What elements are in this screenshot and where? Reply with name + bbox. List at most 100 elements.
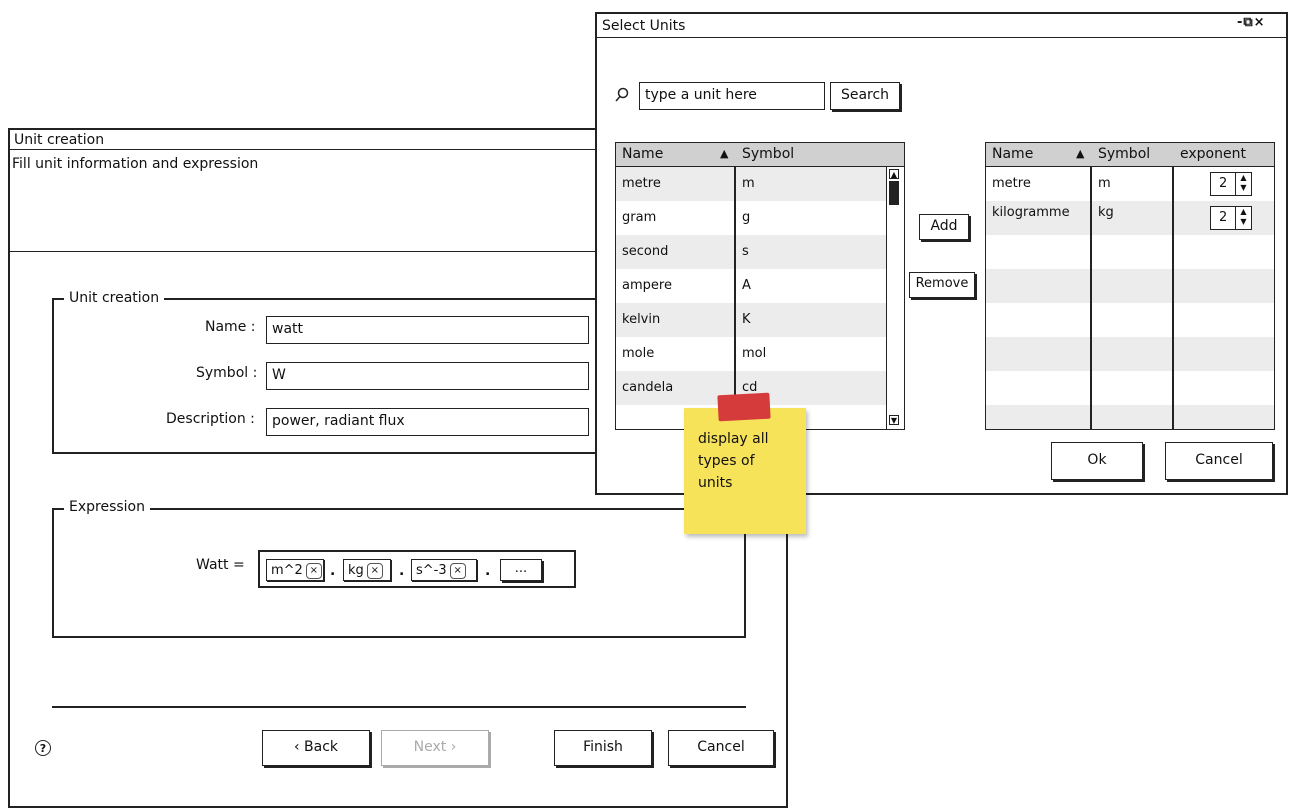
- expression-term-s-3[interactable]: s^-3 ×: [411, 559, 477, 581]
- window-title: Select Units: [602, 18, 686, 34]
- description-label: Description :: [166, 411, 255, 427]
- column-divider: [1090, 167, 1092, 429]
- dialog-cancel-button[interactable]: Cancel: [1165, 442, 1273, 480]
- table-row[interactable]: [986, 269, 1274, 303]
- table-row[interactable]: [986, 371, 1274, 405]
- cell-name: ampere: [622, 278, 672, 293]
- add-term-button[interactable]: ...: [500, 559, 542, 581]
- table-row[interactable]: metre m: [616, 167, 886, 201]
- table-header: Name ▲ Symbol: [616, 143, 904, 167]
- cell-symbol: s: [742, 244, 749, 259]
- column-divider: [1172, 167, 1174, 429]
- table-body: metre m gram g second s ampere A kelvin …: [616, 167, 886, 429]
- window-titlebar: Select Units -⧉×: [597, 14, 1286, 38]
- description-field[interactable]: power, radiant flux: [266, 408, 589, 436]
- exponent-value: 2: [1219, 176, 1228, 191]
- column-header-exponent[interactable]: exponent: [1180, 146, 1246, 162]
- table-row[interactable]: mole mol: [616, 337, 886, 371]
- search-icon: [615, 87, 629, 102]
- next-button[interactable]: Next ›: [381, 730, 489, 766]
- cell-name: mole: [622, 346, 655, 361]
- expression-term-m2[interactable]: m^2 ×: [266, 559, 324, 581]
- symbol-field[interactable]: W: [266, 362, 589, 390]
- expression-term-kg[interactable]: kg ×: [343, 559, 391, 581]
- finish-button[interactable]: Finish: [554, 730, 652, 766]
- cell-name: kelvin: [622, 312, 661, 327]
- search-input[interactable]: type a unit here: [639, 82, 825, 110]
- sort-asc-icon[interactable]: ▲: [720, 147, 728, 160]
- ok-button[interactable]: Ok: [1051, 442, 1143, 480]
- column-header-symbol[interactable]: Symbol: [1098, 146, 1150, 162]
- table-scrollbar[interactable]: ▲ ▼: [886, 167, 902, 429]
- expression-separator: .: [485, 563, 491, 579]
- cell-symbol: A: [742, 278, 751, 293]
- sticky-note: display all types of units: [684, 392, 806, 534]
- back-button[interactable]: ‹ Back: [262, 730, 370, 766]
- table-row[interactable]: [986, 405, 1274, 429]
- cell-symbol: g: [742, 210, 751, 225]
- close-icon[interactable]: ×: [366, 562, 383, 579]
- pin-icon: [717, 392, 771, 422]
- table-row[interactable]: ampere A: [616, 269, 886, 303]
- table-body: metre m 2 ▲ ▼ kilogramme kg 2 ▲ ▼: [986, 167, 1274, 429]
- close-icon[interactable]: ×: [449, 562, 466, 579]
- table-row[interactable]: metre m 2 ▲ ▼: [986, 167, 1274, 201]
- cell-name: metre: [622, 176, 661, 191]
- term-label: m^2: [271, 563, 303, 578]
- exponent-stepper[interactable]: 2 ▲ ▼: [1210, 172, 1252, 196]
- symbol-label: Symbol :: [196, 365, 258, 381]
- selected-units-table: Name ▲ Symbol exponent metre m 2 ▲ ▼ kilo…: [985, 142, 1275, 430]
- term-label: kg: [348, 563, 364, 578]
- scroll-up-arrow-icon[interactable]: ▲: [889, 169, 899, 179]
- sort-asc-icon[interactable]: ▲: [1076, 147, 1084, 160]
- header-subtitle: Fill unit information and expression: [12, 156, 259, 172]
- unit-group-legend: Unit creation: [64, 290, 165, 306]
- stepper-arrows-icon[interactable]: ▲ ▼: [1235, 173, 1251, 195]
- search-button[interactable]: Search: [830, 82, 900, 110]
- help-icon[interactable]: ?: [35, 740, 51, 756]
- column-header-symbol[interactable]: Symbol: [742, 146, 794, 162]
- table-row[interactable]: [986, 337, 1274, 371]
- cell-name: candela: [622, 380, 674, 395]
- column-header-name[interactable]: Name: [622, 146, 663, 162]
- table-row[interactable]: [986, 235, 1274, 269]
- cell-symbol: kg: [1098, 205, 1114, 220]
- expression-separator: .: [330, 563, 336, 579]
- cancel-button[interactable]: Cancel: [668, 730, 774, 766]
- column-header-name[interactable]: Name: [992, 146, 1033, 162]
- cell-name: kilogramme: [992, 205, 1070, 220]
- column-divider: [734, 167, 736, 429]
- expression-separator: .: [399, 563, 405, 579]
- table-row[interactable]: kelvin K: [616, 303, 886, 337]
- scroll-thumb[interactable]: [889, 181, 899, 205]
- cell-name: gram: [622, 210, 657, 225]
- table-row[interactable]: kilogramme kg 2 ▲ ▼: [986, 201, 1274, 235]
- footer-divider: [52, 706, 746, 708]
- cell-name: metre: [992, 176, 1031, 191]
- table-header: Name ▲ Symbol exponent: [986, 143, 1274, 167]
- expression-lhs: Watt =: [196, 557, 245, 573]
- close-icon[interactable]: ×: [305, 562, 322, 579]
- remove-button[interactable]: Remove: [909, 272, 975, 298]
- sticky-note-text: display all types of units: [698, 431, 769, 491]
- scroll-down-arrow-icon[interactable]: ▼: [889, 415, 899, 425]
- cell-symbol: K: [742, 312, 751, 327]
- help-icon-glyph: ?: [39, 742, 47, 755]
- cell-symbol: m: [1098, 176, 1111, 191]
- cell-symbol: mol: [742, 346, 767, 361]
- table-row[interactable]: second s: [616, 235, 886, 269]
- name-field[interactable]: watt: [266, 316, 589, 344]
- cell-name: second: [622, 244, 669, 259]
- term-label: s^-3: [416, 563, 447, 578]
- exponent-value: 2: [1219, 210, 1228, 225]
- stepper-arrows-icon[interactable]: ▲ ▼: [1235, 207, 1251, 229]
- expression-group-legend: Expression: [64, 499, 150, 515]
- window-controls-icon[interactable]: -⧉×: [1237, 15, 1266, 30]
- table-row[interactable]: [986, 303, 1274, 337]
- window-title: Unit creation: [14, 132, 105, 148]
- name-label: Name :: [205, 319, 256, 335]
- add-button[interactable]: Add: [919, 214, 969, 240]
- table-row[interactable]: gram g: [616, 201, 886, 235]
- expression-box[interactable]: m^2 × . kg × . s^-3 × . ...: [258, 550, 576, 588]
- exponent-stepper[interactable]: 2 ▲ ▼: [1210, 206, 1252, 230]
